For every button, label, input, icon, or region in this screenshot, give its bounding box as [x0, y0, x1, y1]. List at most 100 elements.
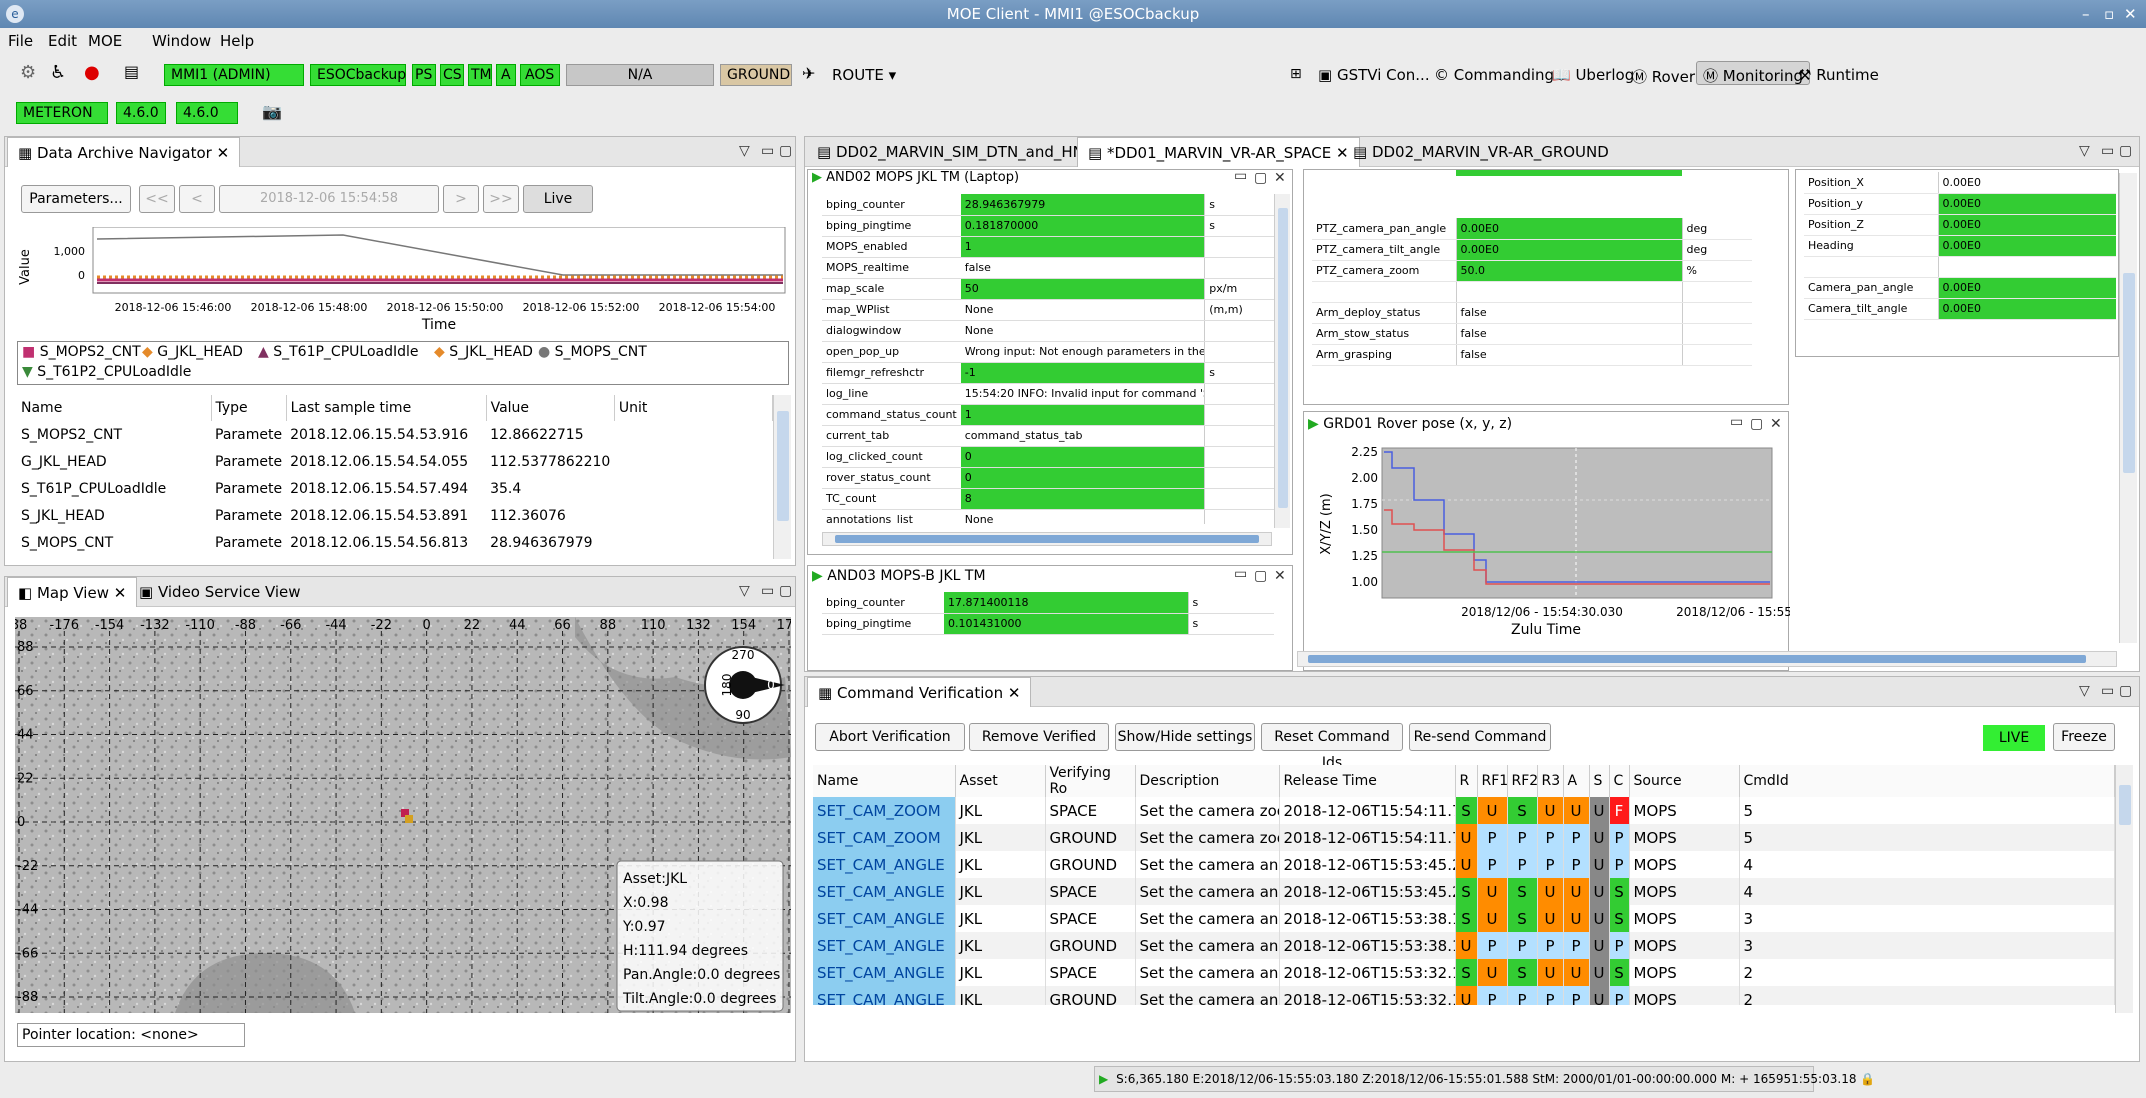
table-icon[interactable]: ▤ [124, 62, 139, 81]
scroll-thumb[interactable] [2123, 273, 2135, 473]
perspective-runtime[interactable]: ⚒ Runtime [1798, 66, 1879, 84]
maximize-icon[interactable]: ▢ [779, 143, 792, 159]
scroll-thumb[interactable] [835, 535, 1259, 543]
maximize-icon[interactable]: ▢ [1254, 568, 1267, 584]
col-header[interactable]: Asset [955, 765, 1046, 797]
col-header[interactable]: C [1609, 765, 1630, 797]
walker-icon[interactable]: ♿ [50, 62, 66, 83]
perspective-monitoring[interactable]: Ⓜ Monitoring [1696, 61, 1810, 85]
abort-verification-button[interactable]: Abort Verification [815, 723, 965, 751]
minimize-view-icon[interactable]: ▭ [2101, 143, 2114, 159]
scroll-thumb[interactable] [777, 411, 789, 521]
maximize-icon[interactable]: ▢ [2119, 683, 2132, 699]
minimize-view-icon[interactable]: ▭ [2101, 683, 2114, 699]
table-row[interactable]: SET_CAM_ANGLEJKLGROUNDSet the camera ang… [813, 932, 2115, 959]
perspective-rover[interactable]: Ⓜ Rover [1632, 66, 1695, 87]
menu-help[interactable]: Help [220, 32, 254, 50]
menu-file[interactable]: File [8, 32, 33, 50]
editor-hscroll[interactable] [1297, 651, 2117, 667]
col-header[interactable]: Name [813, 765, 956, 797]
live-button[interactable]: Live [523, 185, 593, 213]
scroll-thumb[interactable] [1308, 655, 2086, 663]
table-row[interactable]: S_MOPS_CNT Paramete 2018.12.06.15.54.56.81… [17, 529, 773, 556]
menu-edit[interactable]: Edit [48, 32, 77, 50]
col-header[interactable]: Release Time [1279, 765, 1456, 797]
col-header[interactable]: R [1455, 765, 1478, 797]
table-row[interactable]: G_JKL_HEAD Paramete 2018.12.06.15.54.54.05… [17, 448, 773, 475]
table-row[interactable]: S_JKL_HEAD Paramete 2018.12.06.15.54.53.89… [17, 502, 773, 529]
col-header[interactable]: RF1 [1477, 765, 1508, 797]
route-dropdown[interactable]: ROUTE ▾ [832, 66, 896, 84]
col-header[interactable]: Source [1629, 765, 1740, 797]
table-row[interactable]: S_T61P_CPULoadIdle Paramete 2018.12.06.15.… [17, 475, 773, 502]
col-time[interactable]: Last sample time [286, 395, 487, 421]
maximize-icon[interactable]: ▢ [1254, 170, 1267, 186]
show-hide-settings-button[interactable]: Show/Hide settings [1115, 723, 1255, 751]
minimize-icon[interactable]: ▭ [1234, 566, 1247, 582]
and02-scrollbar[interactable] [1274, 194, 1290, 528]
archive-scrollbar[interactable] [773, 395, 791, 559]
prev-button[interactable]: < [179, 185, 215, 213]
scroll-thumb[interactable] [2119, 785, 2131, 825]
close-icon[interactable]: ✕ [2124, 0, 2137, 28]
play-icon[interactable]: ▶ [1095, 1072, 1112, 1086]
table-row[interactable]: SET_CAM_ANGLEJKLGROUNDSet the camera ang… [813, 986, 2115, 1005]
remove-verified-button[interactable]: Remove Verified [969, 723, 1109, 751]
minimize-icon[interactable]: ▭ [1730, 414, 1743, 430]
table-row[interactable]: S_MOPS2_CNT Paramete 2018.12.06.15.54.53.9… [17, 421, 773, 448]
first-button[interactable]: << [139, 185, 175, 213]
maximize-icon[interactable]: ▢ [2119, 143, 2132, 159]
col-header[interactable]: A [1563, 765, 1590, 797]
satellite-icon[interactable]: ✈ [802, 64, 815, 83]
col-header[interactable]: Verifying Ro [1045, 765, 1136, 797]
tab-dd02-sim[interactable]: ▤ DD02_MARVIN_SIM_DTN_and_HNS [807, 137, 1103, 167]
camera-icon[interactable]: 📷 [262, 102, 282, 121]
perspective-uberlog[interactable]: 📖 Uberlog [1552, 66, 1634, 84]
minimize-icon[interactable]: – [2082, 0, 2090, 28]
col-header[interactable]: R3 [1537, 765, 1564, 797]
resend-command-button[interactable]: Re-send Command [1409, 723, 1551, 751]
col-header[interactable]: CmdId [1739, 765, 2115, 797]
minimize-icon[interactable]: ▽ [2079, 143, 2090, 159]
run-icon[interactable]: ⚙ [20, 62, 36, 83]
minimize-icon[interactable]: ▭ [1234, 168, 1247, 184]
minimize-view-icon[interactable]: ▭ [761, 143, 774, 159]
parameters-button[interactable]: Parameters... [21, 185, 131, 213]
col-header[interactable]: S [1589, 765, 1610, 797]
terrain-map[interactable]: 88 -176 -154 -132 -110 -88 -66 -44 -22 0 22 44 66 88 1… [15, 617, 791, 1013]
table-row[interactable]: SET_CAM_ZOOMJKLSPACESet the camera zoom2… [813, 797, 2115, 824]
menu-moe[interactable]: MOE [88, 32, 122, 50]
and02-hscroll[interactable] [822, 532, 1272, 546]
close-icon[interactable]: ✕ [1770, 416, 1782, 432]
reset-command-ids-button[interactable]: Reset Command Ids [1261, 723, 1403, 771]
perspective-commanding[interactable]: © Commanding [1434, 66, 1554, 84]
tab-data-archive[interactable]: ▦ Data Archive Navigator ✕ [7, 137, 241, 167]
maximize-icon[interactable]: ▢ [1750, 416, 1763, 432]
freeze-button[interactable]: Freeze [2053, 723, 2115, 751]
editor-vscroll[interactable] [2119, 173, 2137, 643]
table-row[interactable]: SET_CAM_ANGLEJKLSPACESet the camera angl… [813, 905, 2115, 932]
scroll-thumb[interactable] [1278, 208, 1288, 508]
col-header[interactable]: Description [1135, 765, 1280, 797]
tab-command-verification[interactable]: ▦ Command Verification ✕ [807, 677, 1032, 707]
record-icon[interactable]: ● [84, 62, 100, 83]
tab-dd01-space[interactable]: ▤ *DD01_MARVIN_VR-AR_SPACE ✕ [1077, 137, 1360, 167]
maximize-icon[interactable]: ▢ [779, 583, 792, 599]
minimize-view-icon[interactable]: ▭ [761, 583, 774, 599]
maximize-icon[interactable]: ▫ [2104, 0, 2114, 28]
tab-dd02-ground[interactable]: ▤ DD02_MARVIN_VR-AR_GROUND [1343, 137, 1619, 167]
table-row[interactable]: SET_CAM_ZOOMJKLGROUNDSet the camera zoom… [813, 824, 2115, 851]
tab-map-view[interactable]: ◧ Map View ✕ [7, 577, 138, 607]
open-perspective-icon[interactable]: ⊞ [1290, 66, 1302, 82]
close-icon[interactable]: ✕ [1274, 170, 1286, 186]
minimize-icon[interactable]: ▽ [2079, 683, 2090, 699]
menu-window[interactable]: Window [152, 32, 211, 50]
col-header[interactable]: RF2 [1507, 765, 1538, 797]
perspective-gstvi[interactable]: ▣ GSTVi Con... [1318, 66, 1430, 84]
cmd-scrollbar[interactable] [2115, 765, 2133, 1013]
date-field[interactable]: 2018-12-06 15:54:58 [219, 185, 439, 213]
table-row[interactable]: SET_CAM_ANGLEJKLSPACESet the camera angl… [813, 959, 2115, 986]
close-icon[interactable]: ✕ [1274, 568, 1286, 584]
minimize-icon[interactable]: ▽ [739, 583, 750, 599]
col-type[interactable]: Type [211, 395, 287, 421]
